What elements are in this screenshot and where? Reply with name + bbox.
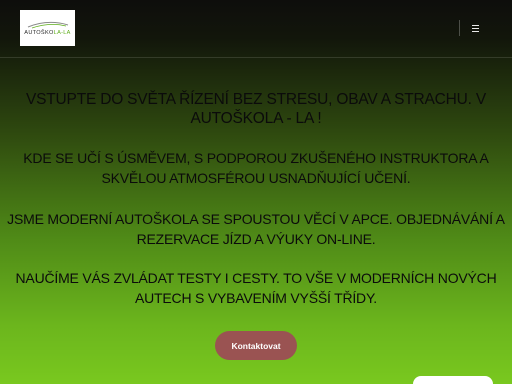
logo-text-main: AUTOŠKO bbox=[24, 29, 54, 36]
logo-text: AUTOŠKOLA-LA bbox=[24, 30, 70, 36]
hero-paragraph-3: Naučíme vás zvládat testy i cesty. To vš… bbox=[15, 270, 497, 306]
menu-line bbox=[471, 27, 479, 29]
logo-text-accent: LA-LA bbox=[53, 29, 71, 36]
hero-heading: Vstupte do světa řízení bez stresu, obav… bbox=[26, 91, 486, 127]
hero-content: Vstupte do světa řízení bez stresu, obav… bbox=[0, 90, 512, 308]
contact-button[interactable]: Kontaktovat bbox=[215, 331, 297, 360]
site-logo[interactable]: AUTOŠKOLA-LA bbox=[20, 10, 75, 46]
nav-divider bbox=[459, 20, 460, 36]
menu-line bbox=[471, 24, 479, 26]
hero-paragraph-2: Jsme moderní autoškola se spoustou věcí … bbox=[7, 211, 505, 247]
menu-line bbox=[471, 30, 479, 32]
hamburger-menu-icon[interactable] bbox=[468, 21, 482, 35]
hero-paragraph-1: Kde se učí s úsměvem, s podporou zkušené… bbox=[23, 150, 489, 186]
site-header: AUTOŠKOLA-LA bbox=[0, 0, 512, 58]
logo-swoosh-icon bbox=[27, 21, 68, 28]
corner-widget[interactable] bbox=[413, 376, 493, 384]
